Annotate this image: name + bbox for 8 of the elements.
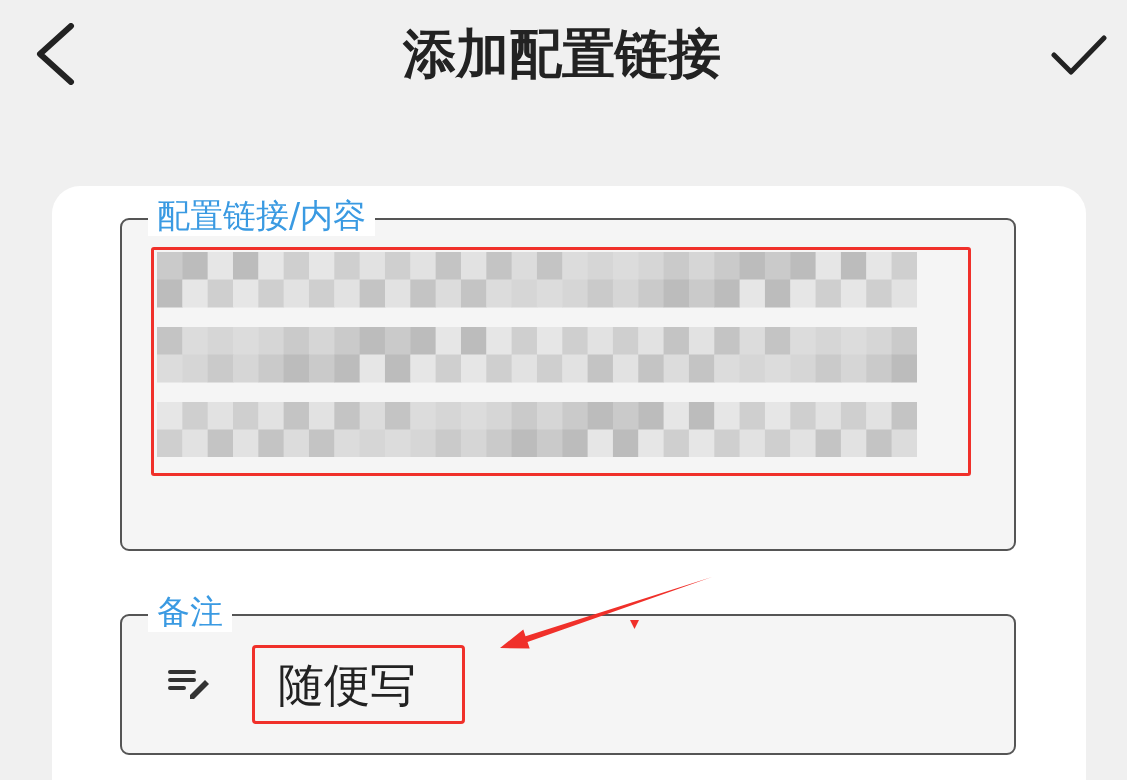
notes-edit-icon <box>168 667 212 702</box>
chevron-left-icon <box>35 23 75 85</box>
page-title: 添加配置链接 <box>403 23 721 85</box>
field-value: 随便写 <box>278 656 416 713</box>
triangle-marker-icon <box>630 620 639 629</box>
checkmark-icon <box>1051 34 1107 76</box>
field-label: 备注 <box>148 592 232 632</box>
field-label: 配置链接/内容 <box>148 196 376 236</box>
